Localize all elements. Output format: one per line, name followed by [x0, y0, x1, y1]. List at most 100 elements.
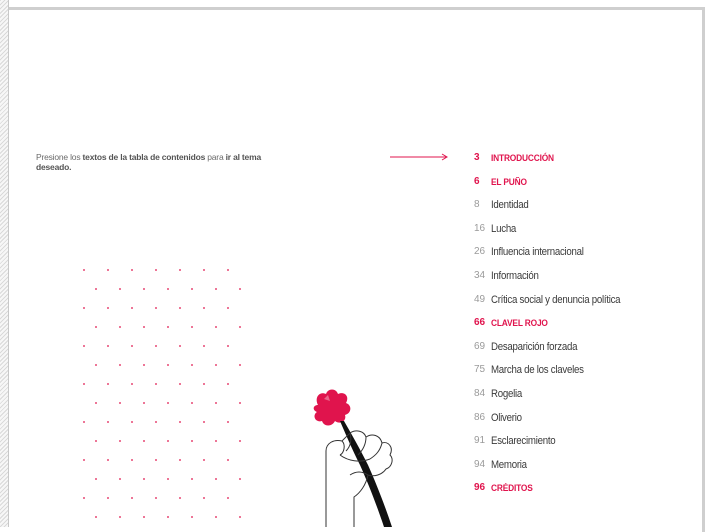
toc-title[interactable]: Influencia internacional: [491, 246, 584, 258]
pattern-dot: [203, 421, 205, 423]
pattern-dot: [215, 478, 217, 480]
table-of-contents: 3 INTRODUCCIÓN 6 EL PUÑO 8 Identidad 16 Lucha 26…: [474, 152, 694, 506]
pattern-dot: [167, 440, 169, 442]
page-edge-hatch: [0, 0, 9, 527]
pattern-dot: [215, 440, 217, 442]
toc-entry[interactable]: 96 CRÉDITOS: [474, 482, 694, 506]
toc-title[interactable]: Esclarecimiento: [491, 435, 556, 447]
pattern-dot: [203, 497, 205, 499]
pattern-dot: [131, 421, 133, 423]
pattern-dot: [179, 307, 181, 309]
toc-page-number: 3: [474, 152, 480, 163]
pattern-dot: [119, 288, 121, 290]
pattern-dot: [131, 269, 133, 271]
pattern-dot: [227, 307, 229, 309]
raised-fist-carnation-icon: [313, 389, 393, 527]
pattern-dot: [191, 440, 193, 442]
pattern-dot: [155, 269, 157, 271]
pattern-dot: [215, 516, 217, 518]
pattern-dot: [179, 459, 181, 461]
pattern-dot: [155, 383, 157, 385]
pattern-dot: [167, 516, 169, 518]
toc-title[interactable]: Identidad: [491, 199, 529, 211]
pattern-dot: [83, 459, 85, 461]
toc-entry[interactable]: 16 Lucha: [474, 223, 694, 247]
toc-page-number: 66: [474, 317, 486, 329]
toc-title[interactable]: EL PUÑO: [491, 176, 527, 188]
arrow-right-icon: [390, 153, 448, 161]
pattern-dot: [167, 402, 169, 404]
pattern-dot: [95, 516, 97, 518]
toc-title[interactable]: CLAVEL ROJO: [491, 317, 548, 329]
pattern-dot: [83, 497, 85, 499]
toc-entry[interactable]: 75 Marcha de los claveles: [474, 364, 694, 388]
pattern-dot: [215, 364, 217, 366]
toc-title[interactable]: Rogelia: [491, 388, 522, 400]
toc-title[interactable]: Lucha: [491, 223, 516, 235]
pattern-dot: [179, 269, 181, 271]
toc-page-number: 96: [474, 482, 486, 494]
toc-entry[interactable]: 8 Identidad: [474, 199, 694, 223]
pattern-dot: [179, 421, 181, 423]
pattern-dot: [155, 307, 157, 309]
pattern-dot: [95, 440, 97, 442]
pattern-dot: [143, 440, 145, 442]
pattern-dot: [95, 478, 97, 480]
pattern-dot: [167, 326, 169, 328]
pattern-dot: [215, 326, 217, 328]
toc-page-number: 69: [474, 340, 486, 352]
pattern-dot: [107, 497, 109, 499]
pattern-dot: [119, 516, 121, 518]
pattern-dot: [239, 288, 241, 290]
pattern-dot: [95, 288, 97, 290]
toc-page-number: 16: [474, 222, 486, 234]
toc-entry[interactable]: 26 Influencia internacional: [474, 246, 694, 270]
pattern-dot: [203, 269, 205, 271]
pattern-dot: [227, 345, 229, 347]
instruction-part-1: Presione los: [36, 152, 83, 162]
toc-entry[interactable]: 69 Desaparición forzada: [474, 341, 694, 365]
pattern-dot: [83, 383, 85, 385]
pattern-dot: [203, 383, 205, 385]
toc-entry[interactable]: 49 Crítica social y denuncia política: [474, 294, 694, 318]
pattern-dot: [167, 364, 169, 366]
toc-title[interactable]: Oliverio: [491, 412, 522, 424]
pattern-dot: [179, 497, 181, 499]
toc-page-number: 86: [474, 411, 486, 423]
pattern-dot: [107, 269, 109, 271]
toc-entry[interactable]: 3 INTRODUCCIÓN: [474, 152, 694, 176]
toc-page-number: 94: [474, 458, 486, 470]
pattern-dot: [131, 497, 133, 499]
pattern-dot: [107, 383, 109, 385]
toc-entry[interactable]: 84 Rogelia: [474, 388, 694, 412]
pattern-dot: [191, 326, 193, 328]
toc-title[interactable]: CRÉDITOS: [491, 482, 533, 494]
toc-title[interactable]: Desaparición forzada: [491, 341, 577, 353]
toc-entry[interactable]: 34 Información: [474, 270, 694, 294]
toc-entry[interactable]: 94 Memoria: [474, 459, 694, 483]
toc-page-number: 75: [474, 364, 486, 376]
toc-title[interactable]: Crítica social y denuncia política: [491, 294, 621, 306]
toc-entry[interactable]: 91 Esclarecimiento: [474, 435, 694, 459]
toc-page-number: 6: [474, 175, 480, 187]
toc-title[interactable]: Información: [491, 270, 539, 282]
pattern-dot: [119, 402, 121, 404]
toc-entry[interactable]: 66 CLAVEL ROJO: [474, 317, 694, 341]
pattern-dot: [143, 364, 145, 366]
pattern-dot: [155, 459, 157, 461]
pattern-dot: [239, 478, 241, 480]
toc-entry[interactable]: 86 Oliverio: [474, 412, 694, 436]
pattern-dot: [119, 478, 121, 480]
toc-title[interactable]: INTRODUCCIÓN: [491, 152, 554, 164]
pattern-dot: [155, 421, 157, 423]
toc-page-number: 26: [474, 246, 486, 258]
toc-title[interactable]: Memoria: [491, 459, 527, 471]
toc-entry[interactable]: 6 EL PUÑO: [474, 176, 694, 200]
toc-title[interactable]: Marcha de los claveles: [491, 364, 584, 376]
pattern-dot: [191, 364, 193, 366]
pattern-dot: [95, 402, 97, 404]
pattern-dot: [191, 288, 193, 290]
toc-page-number: 8: [474, 199, 480, 211]
pattern-dot: [191, 516, 193, 518]
pattern-dot: [179, 345, 181, 347]
